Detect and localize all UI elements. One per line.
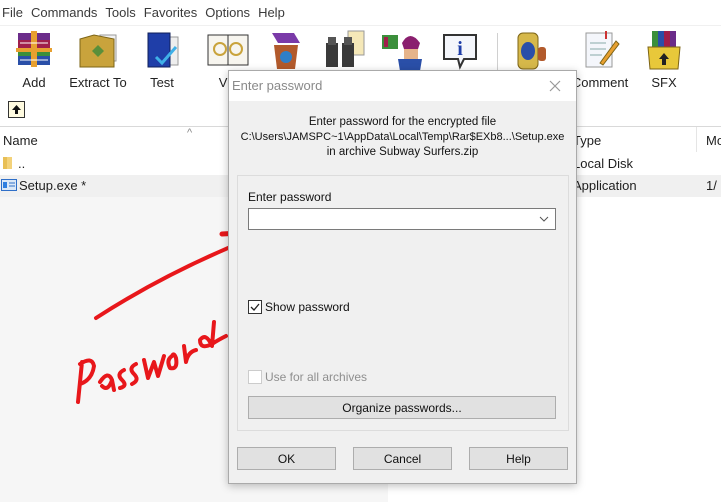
password-label: Enter password bbox=[248, 190, 332, 204]
sfx-box-icon bbox=[647, 31, 681, 70]
info-icon: i bbox=[443, 34, 477, 70]
dialog-message: Enter password for the encrypted file C:… bbox=[229, 115, 576, 160]
file-type: Application bbox=[573, 178, 637, 193]
test-button[interactable]: Test bbox=[134, 29, 190, 90]
binoculars-icon bbox=[326, 30, 365, 67]
add-label: Add bbox=[22, 75, 46, 90]
column-divider[interactable] bbox=[696, 127, 697, 152]
password-group: Enter password Show password Use for all… bbox=[237, 175, 569, 431]
show-password-label: Show password bbox=[265, 300, 350, 314]
test-book-check-icon bbox=[147, 32, 179, 68]
add-button[interactable]: Add bbox=[6, 29, 62, 90]
comment-pen-icon bbox=[585, 31, 620, 68]
comment-label: Comment bbox=[571, 75, 629, 90]
menu-commands[interactable]: Commands bbox=[31, 3, 97, 22]
menu-options[interactable]: Options bbox=[205, 3, 250, 22]
delete-bin-icon bbox=[272, 33, 300, 69]
menu-favorites[interactable]: Favorites bbox=[144, 3, 197, 22]
virus-scan-button[interactable] bbox=[504, 29, 560, 71]
dialog-title: Enter password bbox=[232, 78, 323, 93]
executable-icon bbox=[1, 179, 17, 194]
menu-help[interactable]: Help bbox=[258, 3, 285, 22]
organize-passwords-button[interactable]: Organize passwords... bbox=[248, 396, 556, 419]
file-type: Local Disk bbox=[573, 156, 633, 171]
find-button[interactable] bbox=[316, 29, 372, 71]
menu-file[interactable]: File bbox=[2, 3, 23, 22]
close-icon bbox=[549, 80, 561, 92]
svg-text:i: i bbox=[457, 38, 463, 60]
extract-folder-icon bbox=[79, 34, 117, 68]
message-line-1: Enter password for the encrypted file bbox=[308, 116, 497, 128]
extract-to-button[interactable]: Extract To bbox=[69, 29, 127, 90]
use-for-all-label: Use for all archives bbox=[265, 370, 368, 384]
view-book-glasses-icon bbox=[207, 34, 249, 66]
wizard-icon bbox=[382, 35, 422, 71]
file-name: Setup.exe * bbox=[19, 178, 87, 193]
column-type[interactable]: Type bbox=[573, 133, 601, 148]
virus-scan-icon bbox=[517, 32, 546, 70]
checkbox-checked[interactable] bbox=[248, 300, 262, 314]
ok-button[interactable]: OK bbox=[237, 447, 336, 470]
info-button[interactable]: i bbox=[432, 29, 488, 71]
delete-button[interactable] bbox=[258, 29, 314, 71]
column-modified[interactable]: Mo bbox=[706, 133, 721, 148]
extract-to-label: Extract To bbox=[69, 75, 127, 90]
close-button[interactable] bbox=[544, 75, 566, 97]
message-file-path: C:\Users\JAMSPC~1\AppData\Local\Temp\Rar… bbox=[240, 131, 565, 143]
sfx-label: SFX bbox=[651, 75, 677, 90]
password-input[interactable] bbox=[249, 209, 535, 229]
chevron-down-icon[interactable] bbox=[537, 212, 551, 226]
folder-icon bbox=[2, 156, 14, 173]
comment-button[interactable]: Comment bbox=[572, 29, 628, 90]
column-name[interactable]: Name bbox=[3, 133, 38, 148]
help-button[interactable]: Help bbox=[469, 447, 568, 470]
password-combobox[interactable] bbox=[248, 208, 556, 230]
wizard-button[interactable] bbox=[374, 29, 430, 71]
show-password-checkbox[interactable]: Show password bbox=[248, 300, 350, 314]
checkbox-unchecked[interactable] bbox=[248, 370, 262, 384]
enter-password-dialog: Enter password Enter password for the en… bbox=[228, 70, 577, 484]
file-name: .. bbox=[18, 156, 26, 171]
message-archive: in archive Subway Surfers.zip bbox=[326, 146, 479, 158]
menu-tools[interactable]: Tools bbox=[105, 3, 135, 22]
up-folder-button[interactable] bbox=[8, 101, 25, 118]
sfx-button[interactable]: SFX bbox=[636, 29, 692, 90]
cancel-button[interactable]: Cancel bbox=[353, 447, 452, 470]
menu-bar: File Commands Tools Favorites Options He… bbox=[0, 0, 721, 26]
dialog-titlebar[interactable]: Enter password bbox=[229, 71, 576, 101]
file-modified: 1/ bbox=[706, 178, 717, 193]
checkmark-icon bbox=[250, 303, 260, 311]
archive-books-icon bbox=[16, 31, 52, 67]
use-for-all-archives-checkbox[interactable]: Use for all archives bbox=[248, 370, 367, 384]
sort-ascending-icon: ^ bbox=[187, 127, 193, 139]
test-label: Test bbox=[150, 75, 174, 90]
up-folder-icon bbox=[12, 105, 21, 114]
